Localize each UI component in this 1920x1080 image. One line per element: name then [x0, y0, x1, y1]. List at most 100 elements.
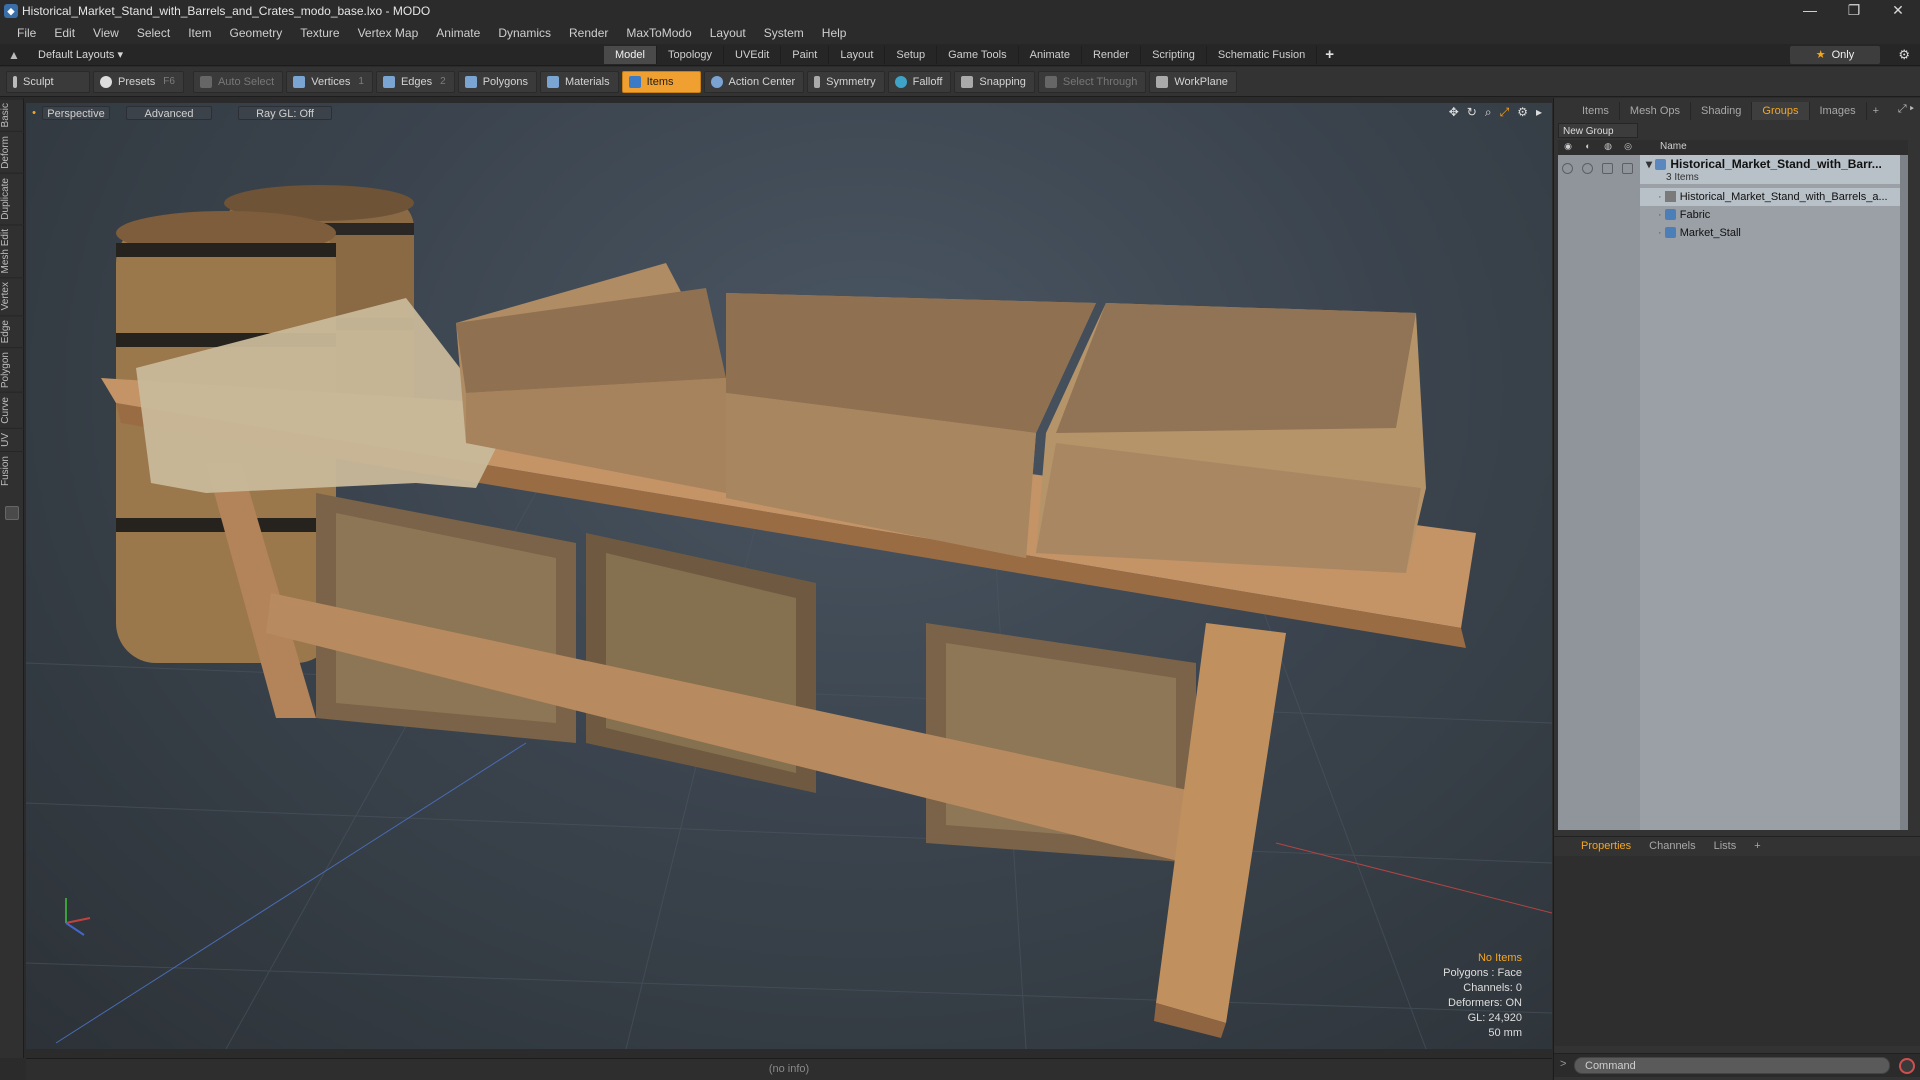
tree-item-fabric[interactable]: · Fabric: [1640, 206, 1908, 224]
materials-button[interactable]: Materials: [539, 70, 619, 93]
eye-icon[interactable]: [1562, 163, 1573, 174]
tab-lists[interactable]: Lists: [1705, 837, 1746, 854]
record-macro-button[interactable]: [1899, 1058, 1915, 1074]
tree-item-mesh[interactable]: · Historical_Market_Stand_with_Barrels_a…: [1640, 188, 1908, 206]
menu-render[interactable]: Render: [560, 22, 617, 44]
toolbox-tab-edge[interactable]: Edge: [0, 314, 24, 348]
toolbox-tab-fusion[interactable]: Fusion: [0, 450, 24, 490]
select-through-button[interactable]: Select Through: [1037, 70, 1147, 93]
toolbox-tab-vertex[interactable]: Vertex: [0, 277, 24, 315]
menu-system[interactable]: System: [755, 22, 813, 44]
menu-help[interactable]: Help: [813, 22, 856, 44]
fit-icon[interactable]: ⤢: [1500, 105, 1510, 120]
presets-button[interactable]: Presets F6: [93, 70, 184, 93]
toolbox-tab-basic[interactable]: Basic: [0, 98, 24, 132]
tab-render[interactable]: Render: [1082, 46, 1142, 64]
menu-dynamics[interactable]: Dynamics: [489, 22, 560, 44]
toolbox-tab-curve[interactable]: Curve: [0, 392, 24, 428]
only-button[interactable]: ★ Only: [1790, 46, 1880, 64]
tab-game-tools[interactable]: Game Tools: [937, 46, 1019, 64]
minimize-button[interactable]: —: [1788, 0, 1832, 22]
vertices-button[interactable]: Vertices 1: [286, 70, 373, 93]
menu-item[interactable]: Item: [179, 22, 220, 44]
tab-shading[interactable]: Shading: [1691, 102, 1753, 120]
menu-view[interactable]: View: [84, 22, 128, 44]
menu-texture[interactable]: Texture: [291, 22, 348, 44]
tab-animate[interactable]: Animate: [1019, 46, 1082, 64]
menu-file[interactable]: File: [8, 22, 45, 44]
tab-channels[interactable]: Channels: [1640, 837, 1704, 854]
polygons-button[interactable]: Polygons: [457, 70, 537, 93]
gear-icon[interactable]: ⚙: [1898, 47, 1910, 63]
raygl-button[interactable]: Ray GL: Off: [238, 106, 332, 120]
tab-topology[interactable]: Topology: [657, 46, 725, 64]
workplane-button[interactable]: WorkPlane: [1149, 70, 1237, 93]
action-center-button[interactable]: Action Center: [703, 70, 805, 93]
tab-properties[interactable]: Properties: [1572, 837, 1640, 854]
tab-setup[interactable]: Setup: [885, 46, 938, 64]
tree-scrollbar[interactable]: [1900, 155, 1908, 830]
tab-scripting[interactable]: Scripting: [1141, 46, 1207, 64]
toolbox-tab-polygon[interactable]: Polygon: [0, 347, 24, 393]
lock-col-icon[interactable]: ◍: [1602, 141, 1614, 153]
3d-viewport[interactable]: • Perspective Advanced Ray GL: Off ✥ ↻ ⌕…: [26, 103, 1552, 1049]
edges-button[interactable]: Edges 2: [375, 70, 455, 93]
command-input[interactable]: [1574, 1057, 1890, 1074]
tab-uvedit[interactable]: UVEdit: [724, 46, 782, 64]
layout-menu-icon[interactable]: ▲: [8, 48, 20, 62]
add-properties-tab-icon[interactable]: +: [1745, 837, 1769, 854]
toolbox-tab-duplicate[interactable]: Duplicate: [0, 173, 24, 224]
render-toggle[interactable]: [1582, 163, 1593, 174]
view-type-button[interactable]: Perspective: [42, 106, 110, 120]
items-button[interactable]: Items: [621, 70, 701, 93]
tree-item-market-stall[interactable]: · Market_Stall: [1640, 224, 1908, 242]
collapse-icon[interactable]: ▾: [1646, 157, 1652, 171]
menu-vertex-map[interactable]: Vertex Map: [349, 22, 428, 44]
add-tab-icon[interactable]: +: [1317, 46, 1342, 64]
menu-edit[interactable]: Edit: [45, 22, 84, 44]
select-col-icon[interactable]: ◎: [1622, 141, 1634, 153]
auto-select-button[interactable]: Auto Select: [192, 70, 284, 93]
toolbox-tab-uv[interactable]: UV: [0, 427, 24, 451]
select-toggle[interactable]: [1622, 163, 1633, 174]
tab-schematic-fusion[interactable]: Schematic Fusion: [1207, 46, 1318, 64]
tab-mesh-ops[interactable]: Mesh Ops: [1620, 102, 1692, 120]
menu-geometry[interactable]: Geometry: [221, 22, 292, 44]
sculpt-button[interactable]: Sculpt: [6, 70, 90, 93]
name-column-header[interactable]: Name: [1660, 141, 1687, 152]
shading-mode-button[interactable]: Advanced: [126, 106, 212, 120]
toolbox-tab-mesh-edit[interactable]: Mesh Edit: [0, 223, 24, 278]
menu-maxtomodo[interactable]: MaxToModo: [617, 22, 700, 44]
tab-paint[interactable]: Paint: [781, 46, 830, 64]
visibility-col-icon[interactable]: ◉: [1562, 141, 1574, 153]
tab-items[interactable]: Items: [1572, 102, 1620, 120]
viewport-scene[interactable]: [26, 103, 1552, 1049]
tab-groups[interactable]: Groups: [1752, 102, 1810, 120]
snapping-button[interactable]: Snapping: [954, 70, 1035, 93]
rotate-icon[interactable]: ↻: [1467, 105, 1477, 120]
new-group-button[interactable]: New Group: [1558, 123, 1638, 138]
viewport-menu-icon[interactable]: •: [30, 106, 38, 120]
add-panel-tab-icon[interactable]: +: [1867, 102, 1885, 120]
tab-images[interactable]: Images: [1810, 102, 1867, 120]
pan-icon[interactable]: ✥: [1449, 105, 1459, 120]
maximize-button[interactable]: ❐: [1832, 0, 1876, 22]
symmetry-button[interactable]: Symmetry: [807, 70, 885, 93]
tab-layout[interactable]: Layout: [829, 46, 886, 64]
falloff-button[interactable]: Falloff: [887, 70, 952, 93]
menu-animate[interactable]: Animate: [427, 22, 489, 44]
tab-model[interactable]: Model: [604, 46, 657, 64]
menu-layout[interactable]: Layout: [701, 22, 755, 44]
panel-expand-icon[interactable]: ⤢ ▸: [1898, 103, 1914, 116]
viewport-settings-icon[interactable]: ⚙: [1517, 105, 1528, 120]
viewport-arrow-icon[interactable]: ▸: [1536, 105, 1542, 120]
toolbox-tab-deform[interactable]: Deform: [0, 131, 24, 174]
toolbox-expand-button[interactable]: [4, 505, 19, 520]
menu-select[interactable]: Select: [128, 22, 179, 44]
command-arrow-icon[interactable]: >: [1560, 1058, 1566, 1070]
render-col-icon[interactable]: ◐: [1582, 141, 1594, 153]
zoom-icon[interactable]: ⌕: [1485, 105, 1492, 120]
layout-selector[interactable]: Default Layouts ▾: [38, 48, 123, 61]
lock-toggle[interactable]: [1602, 163, 1613, 174]
close-button[interactable]: ✕: [1876, 0, 1920, 22]
